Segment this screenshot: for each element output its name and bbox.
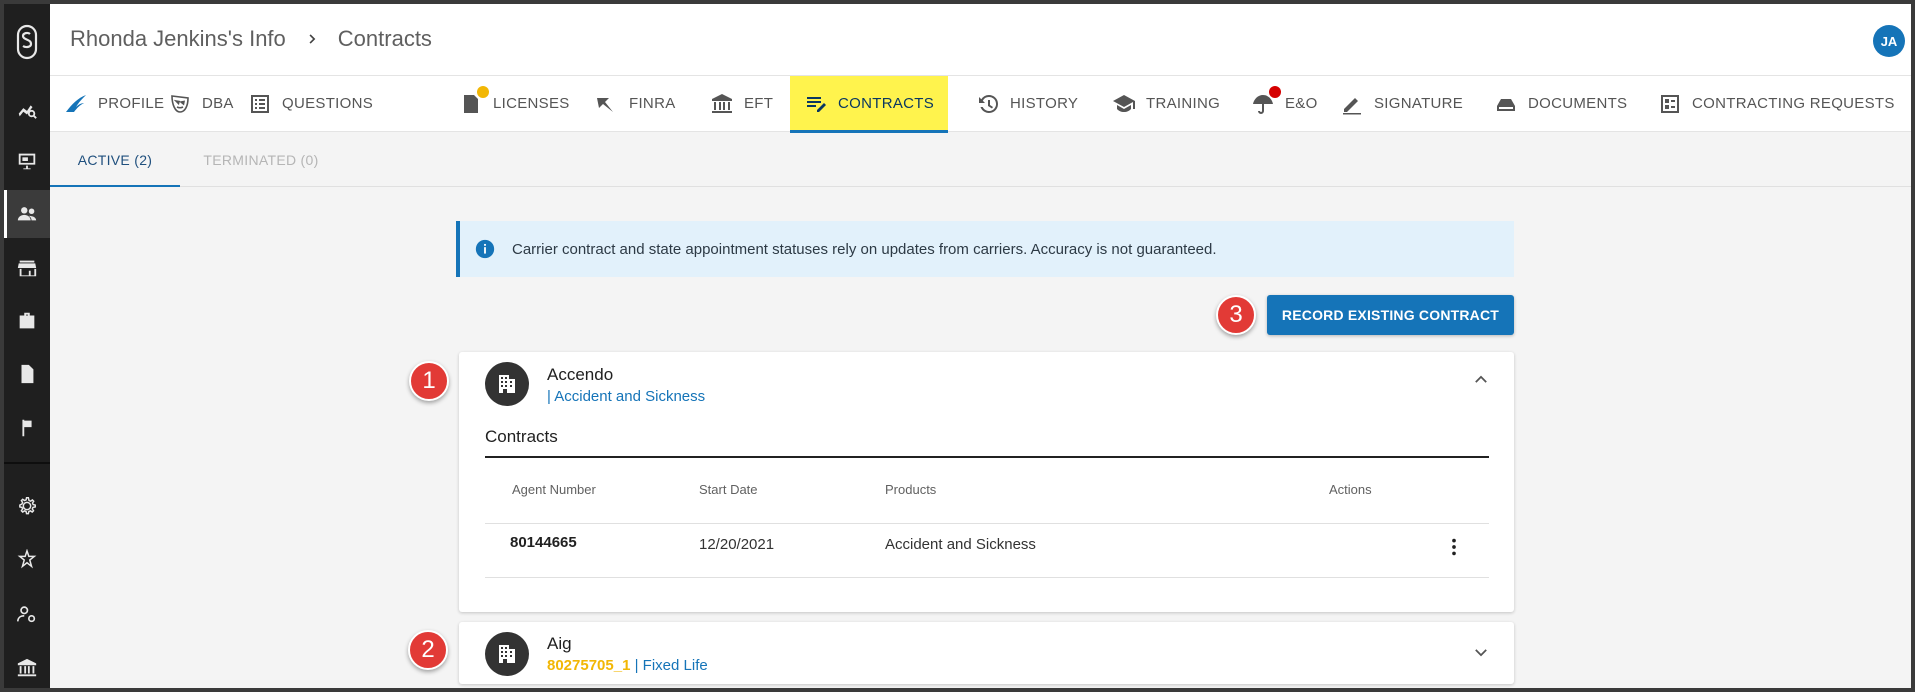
tab-label: EFT <box>744 95 774 112</box>
annotation-badge-1: 1 <box>409 361 449 401</box>
tab-e-and-o[interactable]: E&O <box>1237 76 1332 131</box>
history-icon <box>976 92 1010 116</box>
tab-label: LICENSES <box>493 95 570 112</box>
list-icon <box>248 92 282 116</box>
people-icon[interactable] <box>4 190 50 238</box>
notification-dot <box>477 85 489 98</box>
alert-text: Carrier contract and state appointment s… <box>512 240 1217 258</box>
presentation-icon[interactable] <box>4 137 50 185</box>
carrier-code: 80275705_1 <box>547 657 631 674</box>
more-actions-icon[interactable] <box>1443 536 1465 558</box>
umbrella-icon <box>1251 85 1285 116</box>
section-divider <box>485 456 1489 458</box>
breadcrumb-parent[interactable]: Rhonda Jenkins's Info <box>70 26 286 52</box>
carrier-card-aig[interactable]: Aig 80275705_1 | Fixed Life <box>459 622 1514 684</box>
chevron-down-icon[interactable] <box>1470 642 1492 664</box>
products: Accident and Sickness <box>885 536 1036 553</box>
chevron-up-icon[interactable] <box>1470 368 1492 390</box>
carrier-line-text: | Fixed Life <box>630 657 708 674</box>
agent-number: 80144665 <box>510 534 577 551</box>
avatar[interactable]: JA <box>1873 25 1905 57</box>
tab-label: E&O <box>1285 95 1318 112</box>
record-existing-contract-button[interactable]: RECORD EXISTING CONTRACT <box>1267 295 1514 335</box>
tab-finra[interactable]: FINRA <box>581 76 690 131</box>
tray-icon <box>1494 92 1528 116</box>
checklist-icon <box>1658 92 1692 116</box>
tab-label: FINRA <box>629 95 676 112</box>
wing-icon <box>64 92 98 116</box>
annotation-badge-2: 2 <box>408 630 448 670</box>
store-icon[interactable] <box>4 244 50 292</box>
tab-history[interactable]: HISTORY <box>962 76 1092 131</box>
tab-label: DOCUMENTS <box>1528 95 1628 112</box>
tab-contracts[interactable]: CONTRACTS <box>790 76 949 133</box>
tab-training[interactable]: TRAINING <box>1098 76 1234 131</box>
license-icon <box>459 85 493 116</box>
row-divider <box>485 523 1489 524</box>
bank-icon <box>710 92 744 116</box>
start-date: 12/20/2021 <box>699 536 775 553</box>
carrier-line: | Accident and Sickness <box>547 388 706 405</box>
profile-tabs: PROFILE DBA QUESTIONS LICENSES FINRA EFT… <box>50 76 1911 133</box>
logo-icon[interactable] <box>13 22 41 62</box>
document-icon[interactable] <box>4 350 50 398</box>
tab-documents[interactable]: DOCUMENTS <box>1480 76 1641 131</box>
tab-label: SIGNATURE <box>1374 95 1464 112</box>
tab-label: TRAINING <box>1146 95 1221 112</box>
tab-label: HISTORY <box>1010 95 1079 112</box>
pen-icon <box>1340 92 1374 116</box>
page-header: Rhonda Jenkins's Info Contracts JA <box>50 4 1911 76</box>
tab-eft[interactable]: EFT <box>696 76 787 131</box>
app-frame: Rhonda Jenkins's Info Contracts JA PROFI… <box>0 0 1915 692</box>
tab-signature[interactable]: SIGNATURE <box>1326 76 1477 131</box>
analytics-icon[interactable] <box>4 85 50 133</box>
breadcrumb: Rhonda Jenkins's Info Contracts <box>70 26 432 52</box>
subtab-active[interactable]: ACTIVE (2) <box>50 133 180 187</box>
tab-label: CONTRACTS <box>838 95 935 112</box>
building-icon <box>485 362 529 406</box>
tab-questions[interactable]: QUESTIONS <box>234 76 387 131</box>
building-icon <box>485 632 529 676</box>
user-settings-icon[interactable] <box>4 590 50 638</box>
tab-label: CONTRACTING REQUESTS <box>1692 95 1895 112</box>
flag-icon[interactable] <box>4 404 50 452</box>
bank-icon[interactable] <box>4 644 50 688</box>
graduation-icon <box>1112 92 1146 116</box>
contract-edit-icon <box>804 92 838 116</box>
chevron-right-icon <box>306 32 320 46</box>
subtab-terminated[interactable]: TERMINATED (0) <box>186 133 336 186</box>
mask-icon <box>168 92 202 116</box>
contracts-section-title: Contracts <box>485 427 558 446</box>
rail-divider <box>4 462 50 464</box>
tab-label: QUESTIONS <box>282 95 374 112</box>
tab-contracting-requests[interactable]: CONTRACTING REQUESTS <box>1644 76 1909 131</box>
column-header-products: Products <box>885 482 937 497</box>
contract-status-tabs: ACTIVE (2) TERMINATED (0) <box>50 133 1911 187</box>
network-icon[interactable] <box>4 536 50 584</box>
column-header-actions: Actions <box>1329 482 1372 497</box>
row-divider <box>485 577 1489 578</box>
breadcrumb-current: Contracts <box>337 26 432 51</box>
left-nav-rail <box>4 4 50 688</box>
gear-icon[interactable] <box>4 482 50 530</box>
tab-label: DBA <box>202 95 234 112</box>
info-alert: Carrier contract and state appointment s… <box>456 221 1514 277</box>
annotation-badge-3: 3 <box>1216 295 1256 335</box>
carrier-name: Accendo <box>547 365 614 384</box>
carrier-line: 80275705_1 | Fixed Life <box>547 657 708 674</box>
info-icon <box>474 238 496 260</box>
finra-icon <box>595 92 629 116</box>
carrier-card-accendo: Accendo | Accident and Sickness Contract… <box>459 352 1514 612</box>
notification-dot <box>1269 85 1281 98</box>
tab-licenses[interactable]: LICENSES <box>445 76 584 131</box>
column-header-agent-number: Agent Number <box>512 482 596 497</box>
briefcase-icon[interactable] <box>4 297 50 345</box>
carrier-name: Aig <box>547 634 572 653</box>
column-header-start-date: Start Date <box>699 482 758 497</box>
